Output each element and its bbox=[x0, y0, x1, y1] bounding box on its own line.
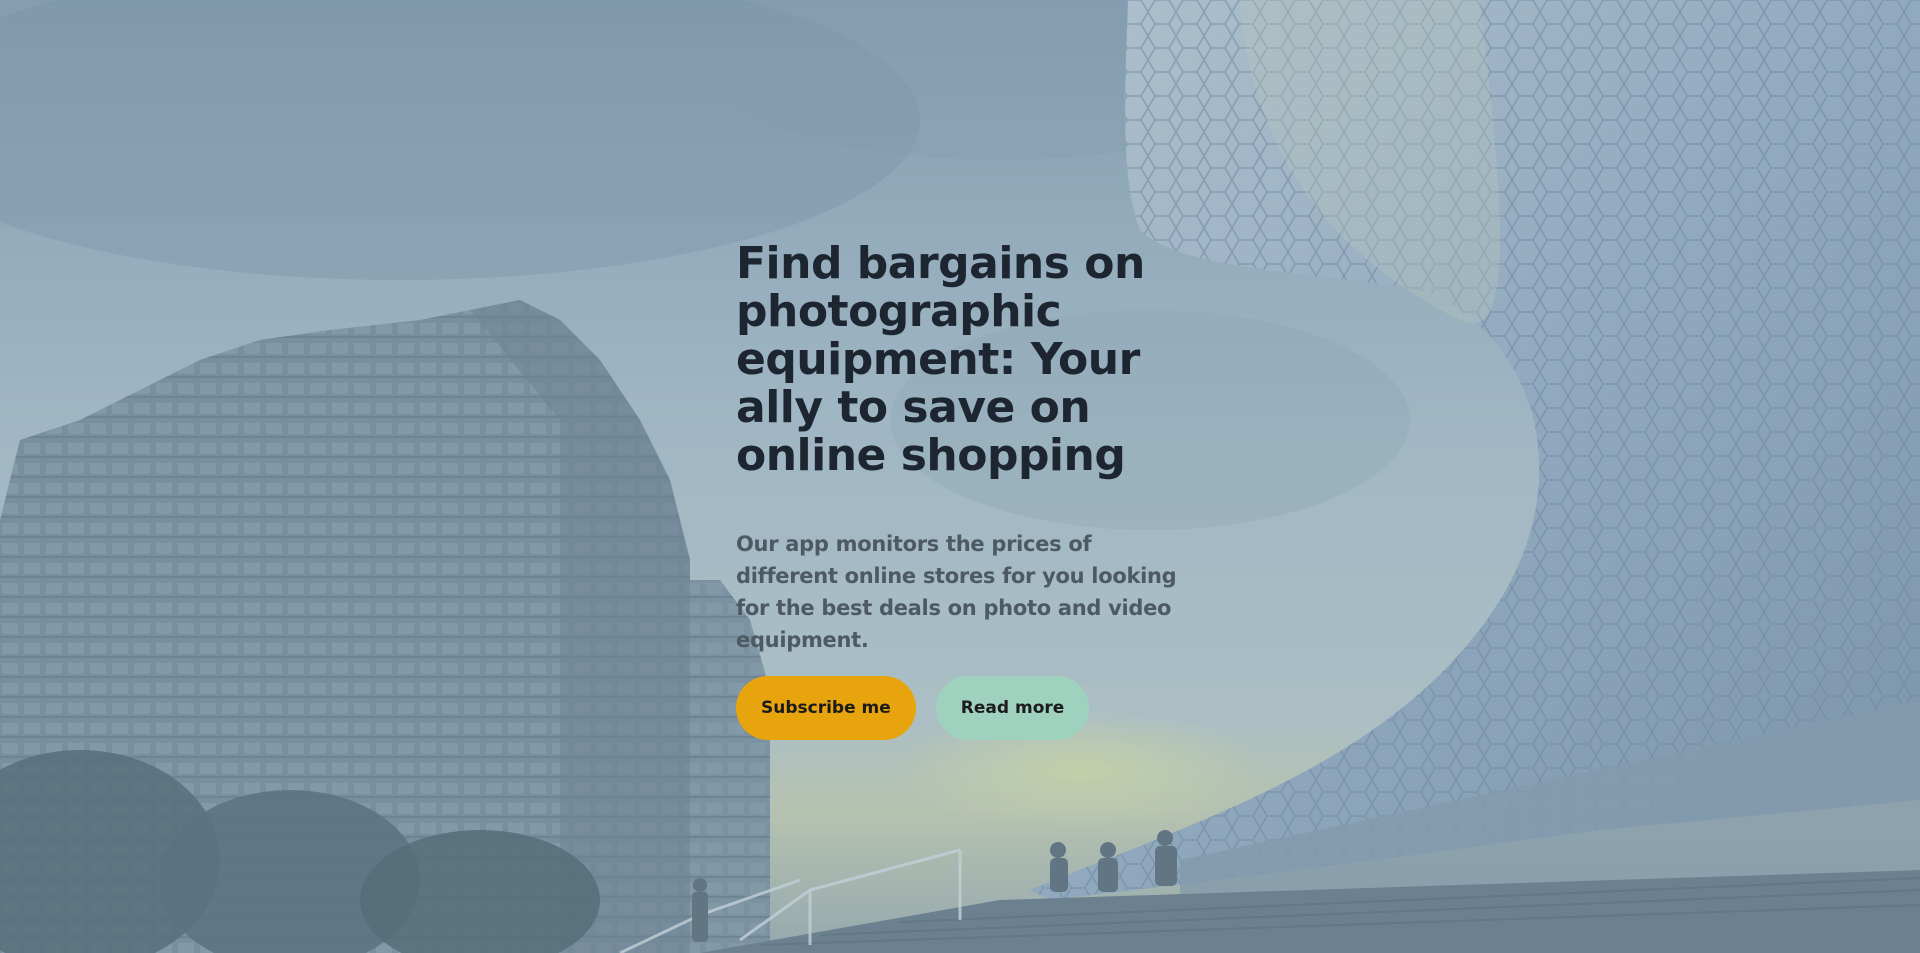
hero-description: Our app monitors the prices of different… bbox=[736, 532, 1177, 652]
subscribe-button[interactable]: Subscribe me bbox=[736, 676, 916, 740]
read-more-button[interactable]: Read more bbox=[935, 676, 1090, 740]
hero-section: Find bargains on photographic equipment:… bbox=[0, 0, 1920, 953]
hero-buttons: Subscribe me Read more bbox=[736, 676, 1196, 740]
hero-content: Find bargains on photographic equipment:… bbox=[736, 240, 1196, 740]
hero-title: Find bargains on photographic equipment:… bbox=[736, 238, 1145, 481]
